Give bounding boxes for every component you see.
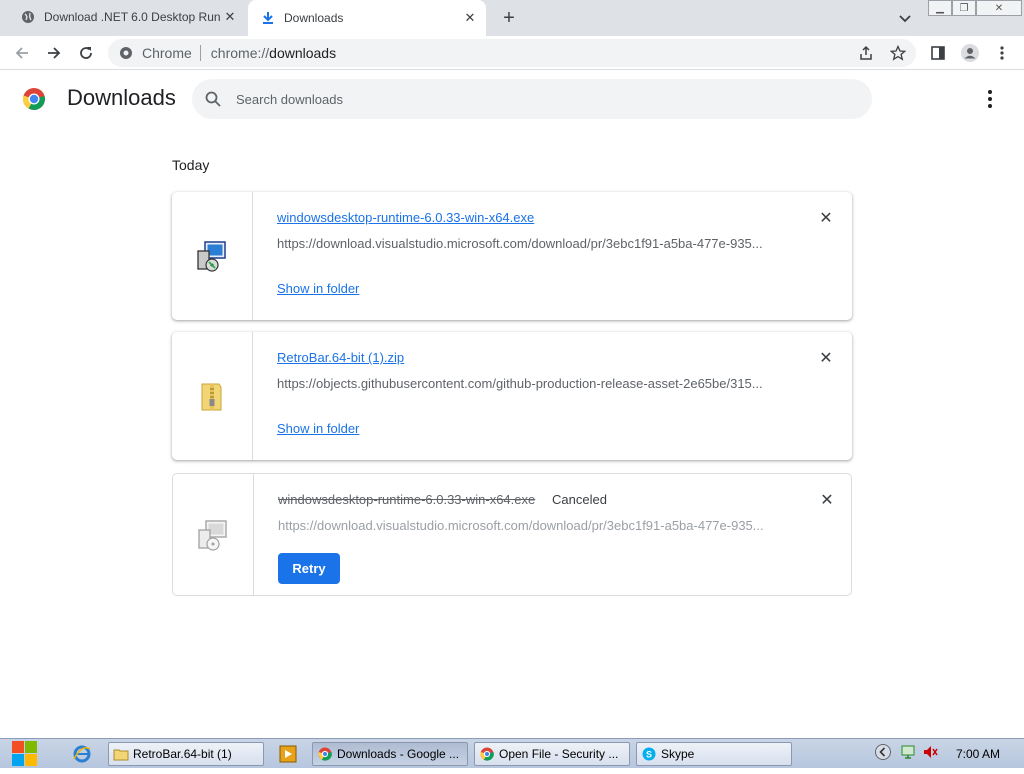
retry-button[interactable]: Retry [278,553,340,584]
chrome-logo-icon [22,87,45,110]
chrome-logo-icon [479,746,495,762]
windows-taskbar: RetroBar.64-bit (1) Downloads - Google .… [0,738,1024,768]
tab-downloads[interactable]: Downloads ✕ [248,0,486,36]
side-panel-icon[interactable] [928,43,948,63]
task-label: Skype [661,747,695,761]
reload-icon[interactable] [76,43,96,63]
filename-link[interactable]: RetroBar.64-bit (1).zip [277,350,404,365]
window-close-button[interactable]: ✕ [976,0,1022,16]
tray-expand-chevron-icon[interactable] [874,743,892,766]
system-tray [872,741,1024,767]
task-label: RetroBar.64-bit (1) [133,747,232,761]
download-icon [260,10,276,26]
volume-muted-icon[interactable] [922,744,938,765]
folder-icon [113,746,129,762]
media-player-icon[interactable] [278,744,298,764]
taskbar-task-active[interactable]: Downloads - Google ... [312,742,468,766]
forward-arrow-icon[interactable] [44,43,64,63]
window-controls: ▁ ❐ ✕ [928,0,1022,16]
downloads-header: Downloads [0,70,1024,128]
taskbar-task[interactable]: Open File - Security ... [474,742,630,766]
taskbar-task[interactable]: S Skype [636,742,792,766]
tab-title: Downloads [284,11,344,25]
tab-close-icon[interactable]: ✕ [460,8,480,28]
filename-link[interactable]: windowsdesktop-runtime-6.0.33-win-x64.ex… [277,210,534,225]
internet-explorer-icon[interactable] [72,744,92,764]
show-in-folder-link[interactable]: Show in folder [277,281,359,296]
downloads-menu-icon[interactable] [980,88,1000,110]
status-text: Canceled [552,492,607,507]
taskbar-task[interactable]: RetroBar.64-bit (1) [108,742,264,766]
tab-close-icon[interactable]: ✕ [220,7,240,27]
source-url: https://objects.githubusercontent.com/gi… [277,376,763,391]
url-text: chrome://downloads [210,45,337,61]
show-in-folder-link[interactable]: Show in folder [277,421,359,436]
bookmark-star-icon[interactable] [888,43,908,63]
task-label: Open File - Security ... [499,747,619,761]
installer-icon [172,192,253,320]
search-box[interactable] [192,79,872,119]
download-item: windowsdesktop-runtime-6.0.33-win-x64.ex… [172,192,852,320]
start-button[interactable] [8,739,44,769]
zip-folder-icon [172,332,253,460]
remove-item-close-icon[interactable]: ✕ [817,209,835,227]
tab-dotnet-download[interactable]: Download .NET 6.0 Desktop Runtime ✕ [8,0,246,34]
chrome-logo-icon [118,45,134,61]
search-input[interactable] [236,91,836,107]
back-arrow-icon[interactable] [12,43,32,63]
tab-title: Download .NET 6.0 Desktop Runtime [44,10,220,24]
search-icon [204,90,222,108]
address-bar[interactable]: Chrome chrome://downloads [108,39,916,67]
restore-button[interactable]: ❐ [952,0,976,16]
globe-icon [20,9,36,25]
new-tab-button[interactable]: + [498,7,520,29]
remove-item-close-icon[interactable]: ✕ [817,349,835,367]
profile-avatar-icon[interactable] [960,43,980,63]
page-title: Downloads [67,85,176,110]
svg-text:S: S [646,750,652,760]
tab-strip: Download .NET 6.0 Desktop Runtime ✕ Down… [0,0,1024,36]
network-icon[interactable] [900,744,916,765]
skype-icon: S [641,746,657,762]
installer-icon [173,474,254,595]
remove-item-close-icon[interactable]: ✕ [818,491,836,509]
download-item: windowsdesktop-runtime-6.0.33-win-x64.ex… [172,473,852,596]
site-chip: Chrome [142,45,201,61]
source-url: https://download.visualstudio.microsoft.… [278,518,764,533]
browser-toolbar: Chrome chrome://downloads [0,36,1024,70]
clock[interactable]: 7:00 AM [956,747,1000,761]
share-icon[interactable] [856,43,876,63]
source-url: https://download.visualstudio.microsoft.… [277,236,763,251]
chrome-logo-icon [317,746,333,762]
task-label: Downloads - Google ... [337,747,460,761]
minimize-button[interactable]: ▁ [928,0,952,16]
date-heading: Today [172,157,210,173]
tab-search-chevron-icon[interactable] [896,9,914,27]
download-item: RetroBar.64-bit (1).zip https://objects.… [172,332,852,460]
browser-menu-icon[interactable] [992,43,1012,63]
filename-canceled: windowsdesktop-runtime-6.0.33-win-x64.ex… [278,492,536,507]
